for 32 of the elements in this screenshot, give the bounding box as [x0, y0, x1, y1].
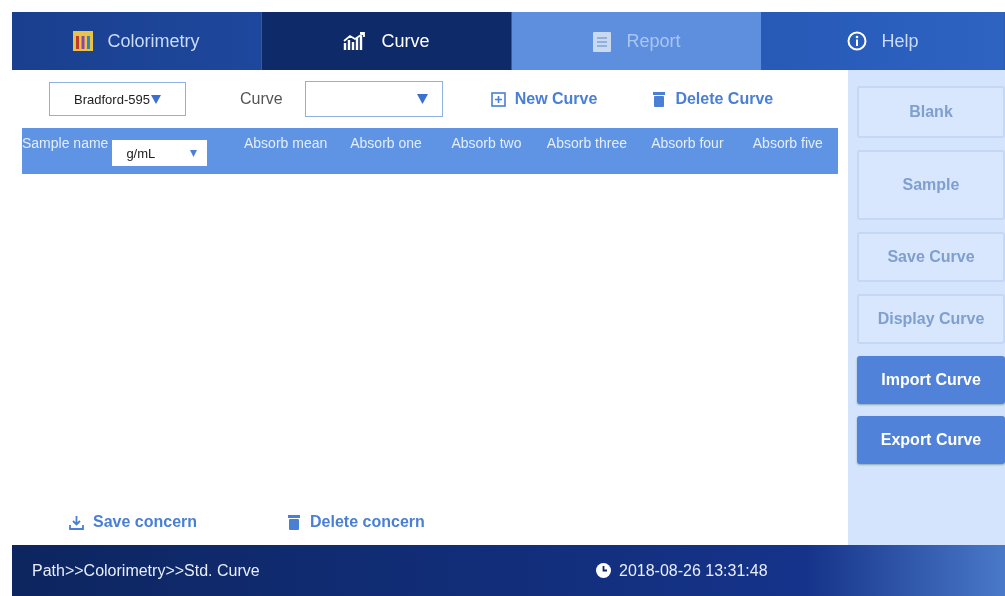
column-header: Absorb one	[349, 136, 423, 151]
unit-dropdown[interactable]: g/mL	[112, 140, 208, 166]
info-icon	[847, 31, 868, 51]
nav-tab[interactable]: Curve	[262, 12, 512, 70]
dropdown-arrow-icon	[190, 149, 198, 157]
column-header: Absorb four	[650, 136, 725, 151]
column-header: Absorb two	[450, 136, 523, 151]
dropdown-arrow-icon	[416, 94, 428, 104]
time-text: 2018-08-26 13:31:48	[619, 561, 768, 580]
clock-icon	[596, 563, 611, 578]
chart-icon	[343, 31, 368, 51]
save-concern-button[interactable]: Save concern	[69, 513, 198, 531]
plus-square-icon	[490, 91, 506, 107]
download-icon	[69, 514, 84, 530]
clipboard-icon	[592, 30, 613, 52]
delete-concern-button[interactable]: Delete concern	[287, 513, 425, 531]
side-button[interactable]: Export Curve	[857, 416, 1005, 464]
dropdown-arrow-icon	[150, 94, 161, 104]
test-tubes-icon	[73, 31, 94, 51]
column-header: Sample name	[22, 136, 110, 151]
new-curve-button[interactable]: New Curve	[490, 90, 598, 108]
curve-dropdown[interactable]	[304, 81, 443, 117]
column-header: Absorb three	[545, 136, 628, 151]
column-header: Absorb mean	[242, 136, 329, 151]
path-text: Path>>Colorimetry>>Std. Curve	[32, 561, 261, 580]
side-button[interactable]: Import Curve	[857, 356, 1005, 404]
trash-icon	[652, 91, 667, 107]
curve-label: Curve	[240, 90, 283, 108]
delete-curve-button[interactable]: Delete Curve	[652, 90, 774, 108]
trash-icon	[287, 514, 302, 530]
method-dropdown[interactable]: Bradford-595	[49, 82, 186, 116]
column-header: Absorb five	[751, 136, 824, 151]
